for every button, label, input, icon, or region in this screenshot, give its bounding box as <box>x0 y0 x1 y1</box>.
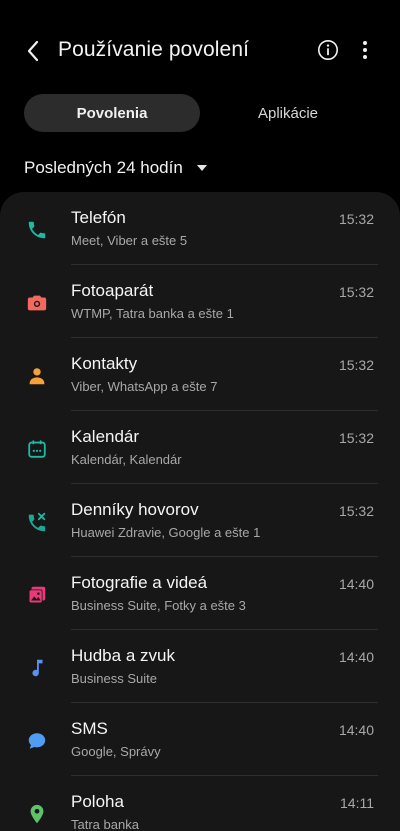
permission-time: 15:32 <box>338 211 374 227</box>
calendar-icon <box>24 436 50 462</box>
info-icon <box>318 40 338 60</box>
sms-bubble-icon <box>24 728 50 754</box>
photos-videos-icon <box>24 582 50 608</box>
permission-title: Telefón <box>71 208 126 227</box>
list-item-denniky-hovorov[interactable]: Denníky hovorov Huawei Zdravie, Google a… <box>0 484 400 557</box>
permission-apps: WTMP, Tatra banka a ešte 1 <box>71 306 234 321</box>
list-item-hudba-a-zvuk[interactable]: Hudba a zvuk Business Suite 14:40 <box>0 630 400 703</box>
permission-time: 15:32 <box>338 503 374 519</box>
list-item-kalendar[interactable]: Kalendár Kalendár, Kalendár 15:32 <box>0 411 400 484</box>
permission-title: Fotoaparát <box>71 281 154 300</box>
list-item-fotoaparat[interactable]: Fotoaparát WTMP, Tatra banka a ešte 1 15… <box>0 265 400 338</box>
permission-apps: Huawei Zdravie, Google a ešte 1 <box>71 525 261 540</box>
permission-time: 15:32 <box>338 357 374 373</box>
permission-time: 14:11 <box>340 795 374 811</box>
permission-title: Poloha <box>71 792 124 811</box>
phone-icon <box>24 217 50 243</box>
dropdown-arrow-icon <box>196 165 207 171</box>
list-item-sms[interactable]: SMS Google, Správy 14:40 <box>0 703 400 776</box>
permission-title: Kalendár <box>71 427 140 446</box>
more-vertical-icon <box>363 41 367 59</box>
permission-title: SMS <box>71 719 108 738</box>
permission-apps: Viber, WhatsApp a ešte 7 <box>71 379 218 394</box>
permission-title: Fotografie a videá <box>71 573 208 592</box>
permission-title: Hudba a zvuk <box>71 646 175 665</box>
permission-apps: Tatra banka <box>71 817 139 831</box>
more-options-button[interactable] <box>354 36 376 64</box>
permission-apps: Kalendár, Kalendár <box>71 452 182 467</box>
info-button[interactable] <box>314 36 342 64</box>
list-item-kontakty[interactable]: Kontakty Viber, WhatsApp a ešte 7 15:32 <box>0 338 400 411</box>
permission-apps: Business Suite, Fotky a ešte 3 <box>71 598 246 613</box>
permission-time: 15:32 <box>338 430 374 446</box>
list-item-telefon[interactable]: Telefón Meet, Viber a ešte 5 15:32 <box>0 192 400 265</box>
permission-time: 14:40 <box>338 649 374 665</box>
permission-title: Kontakty <box>71 354 138 373</box>
period-dropdown[interactable]: Posledných 24 hodín <box>24 156 207 180</box>
tab-aplikacie[interactable]: Aplikácie <box>200 94 376 132</box>
list-item-poloha[interactable]: Poloha Tatra banka 14:11 <box>0 776 400 831</box>
back-button[interactable] <box>18 36 48 66</box>
music-note-icon <box>24 655 50 681</box>
permission-apps: Google, Správy <box>71 744 161 759</box>
app-header: Používanie povolení <box>0 0 400 100</box>
page-title: Používanie povolení <box>58 38 250 61</box>
location-pin-icon <box>24 801 50 827</box>
back-arrow-icon <box>27 40 39 62</box>
permission-time: 15:32 <box>338 284 374 300</box>
permission-time: 14:40 <box>338 722 374 738</box>
tab-povolenia[interactable]: Povolenia <box>24 94 200 132</box>
list-item-fotografie-a-videa[interactable]: Fotografie a videá Business Suite, Fotky… <box>0 557 400 630</box>
permissions-list: Telefón Meet, Viber a ešte 5 15:32 Fotoa… <box>0 192 400 831</box>
contact-person-icon <box>24 363 50 389</box>
call-log-icon <box>24 509 50 535</box>
permission-apps: Meet, Viber a ešte 5 <box>71 233 188 248</box>
camera-icon <box>24 290 50 316</box>
permission-apps: Business Suite <box>71 671 157 686</box>
period-label: Posledných 24 hodín <box>24 158 183 177</box>
permission-time: 14:40 <box>338 576 374 592</box>
permission-title: Denníky hovorov <box>71 500 199 519</box>
tab-bar: Povolenia Aplikácie <box>24 94 376 132</box>
